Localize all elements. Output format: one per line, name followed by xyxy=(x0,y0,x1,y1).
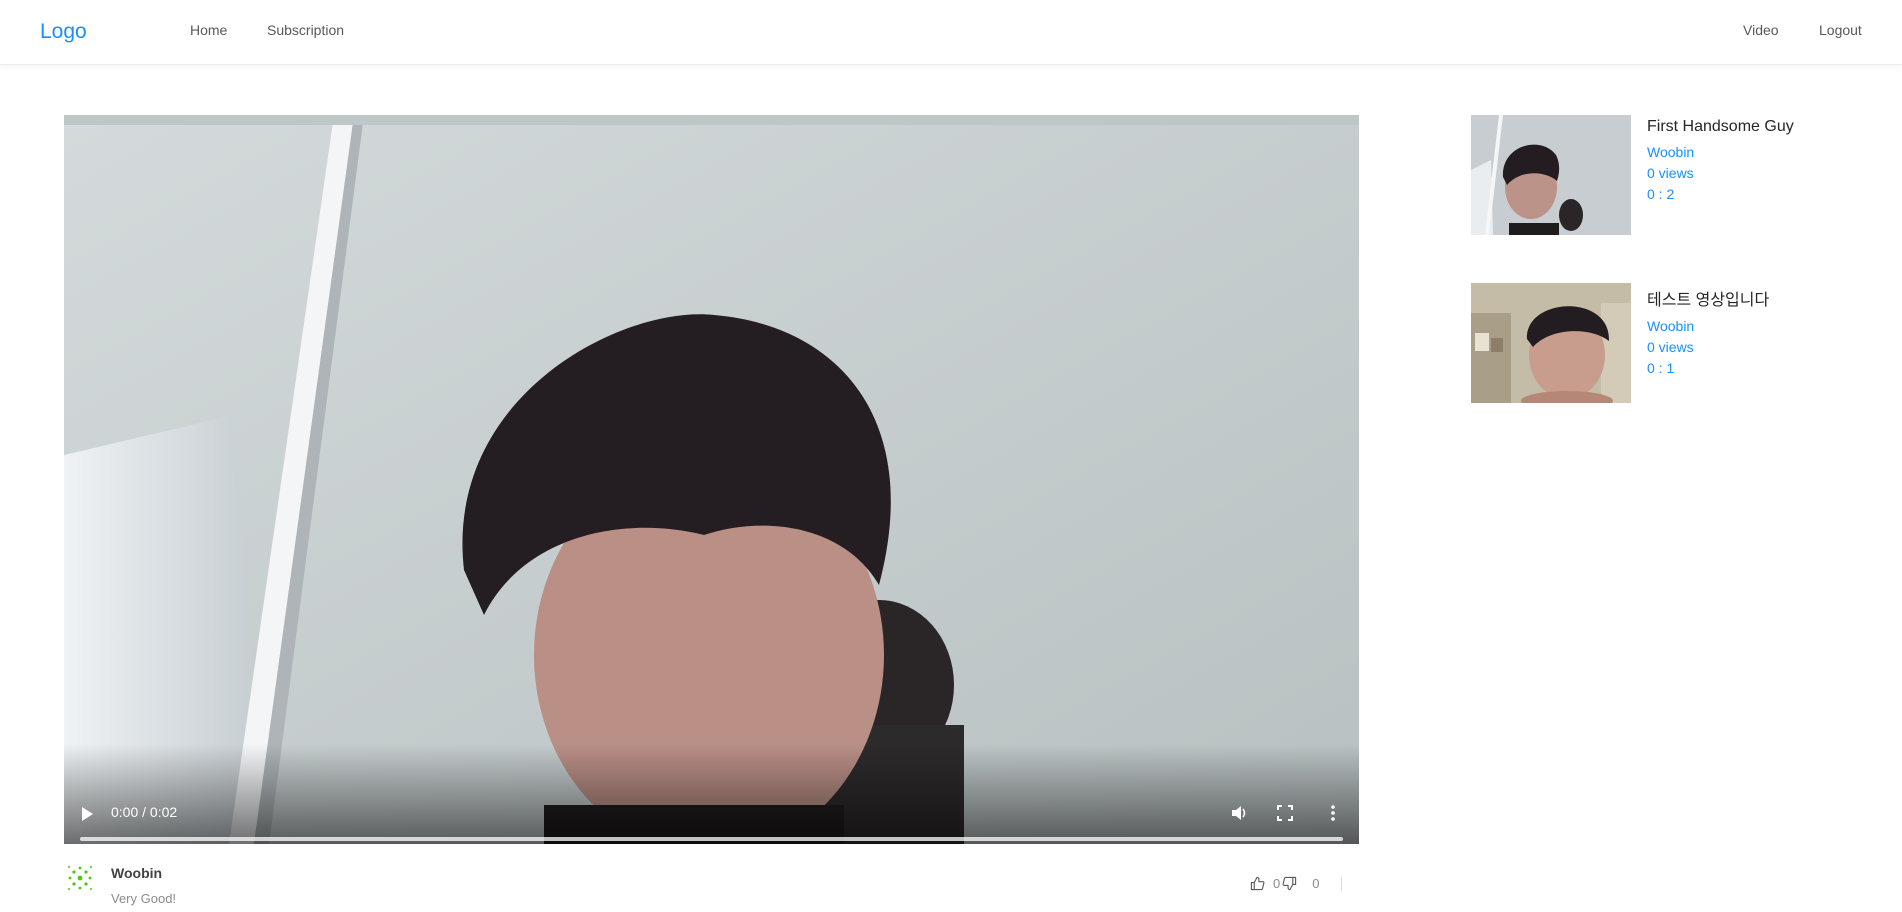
side-video-views: 0 views xyxy=(1647,339,1694,355)
progress-bar[interactable] xyxy=(80,837,1343,841)
more-options-icon[interactable] xyxy=(1330,804,1336,822)
side-video-title[interactable]: First Handsome Guy xyxy=(1647,118,1794,136)
side-video-meta: 테스트 영상입니다 Woobin 0 views 0 : 1 xyxy=(1647,286,1769,379)
side-video-title[interactable]: 테스트 영상입니다 xyxy=(1647,286,1769,310)
side-video-meta: First Handsome Guy Woobin 0 views 0 : 2 xyxy=(1647,118,1794,205)
side-video-views: 0 views xyxy=(1647,165,1694,181)
side-video-author: Woobin xyxy=(1647,144,1695,160)
logo-link[interactable]: Logo xyxy=(40,20,87,44)
play-icon[interactable] xyxy=(80,806,94,822)
nav-video-link[interactable]: Video xyxy=(1743,22,1779,38)
side-video-author: Woobin xyxy=(1647,318,1695,334)
volume-icon[interactable] xyxy=(1230,804,1248,822)
video-author: Woobin xyxy=(111,865,163,881)
time-display: 0:00 / 0:02 xyxy=(111,804,178,820)
nav-subscription-link[interactable]: Subscription xyxy=(267,22,344,38)
like-dislike-actions: 0 0 xyxy=(1250,876,1343,891)
video-frame xyxy=(64,115,1359,844)
video-player[interactable]: 0:00 / 0:02 xyxy=(64,115,1359,844)
avatar xyxy=(64,862,96,894)
dislike-count: 0 xyxy=(1312,876,1320,891)
divider xyxy=(1341,876,1343,891)
like-icon[interactable] xyxy=(1250,876,1265,891)
nav-home-link[interactable]: Home xyxy=(190,22,227,38)
fullscreen-icon[interactable] xyxy=(1277,805,1293,821)
side-video-thumbnail[interactable] xyxy=(1471,115,1631,235)
side-video-item[interactable]: 테스트 영상입니다 Woobin 0 views 0 : 1 xyxy=(1471,283,1831,403)
video-description: Very Good! xyxy=(111,891,177,906)
video-controls: 0:00 / 0:02 xyxy=(64,744,1359,844)
top-nav-bar: Logo Home Subscription Video Logout xyxy=(0,0,1902,65)
side-video-thumbnail[interactable] xyxy=(1471,283,1631,403)
nav-logout-link[interactable]: Logout xyxy=(1819,22,1862,38)
like-count: 0 xyxy=(1273,876,1281,891)
side-video-duration: 0 : 1 xyxy=(1647,360,1675,376)
side-video-duration: 0 : 2 xyxy=(1647,186,1675,202)
side-video-item[interactable]: First Handsome Guy Woobin 0 views 0 : 2 xyxy=(1471,115,1831,235)
dislike-icon[interactable] xyxy=(1282,876,1297,891)
